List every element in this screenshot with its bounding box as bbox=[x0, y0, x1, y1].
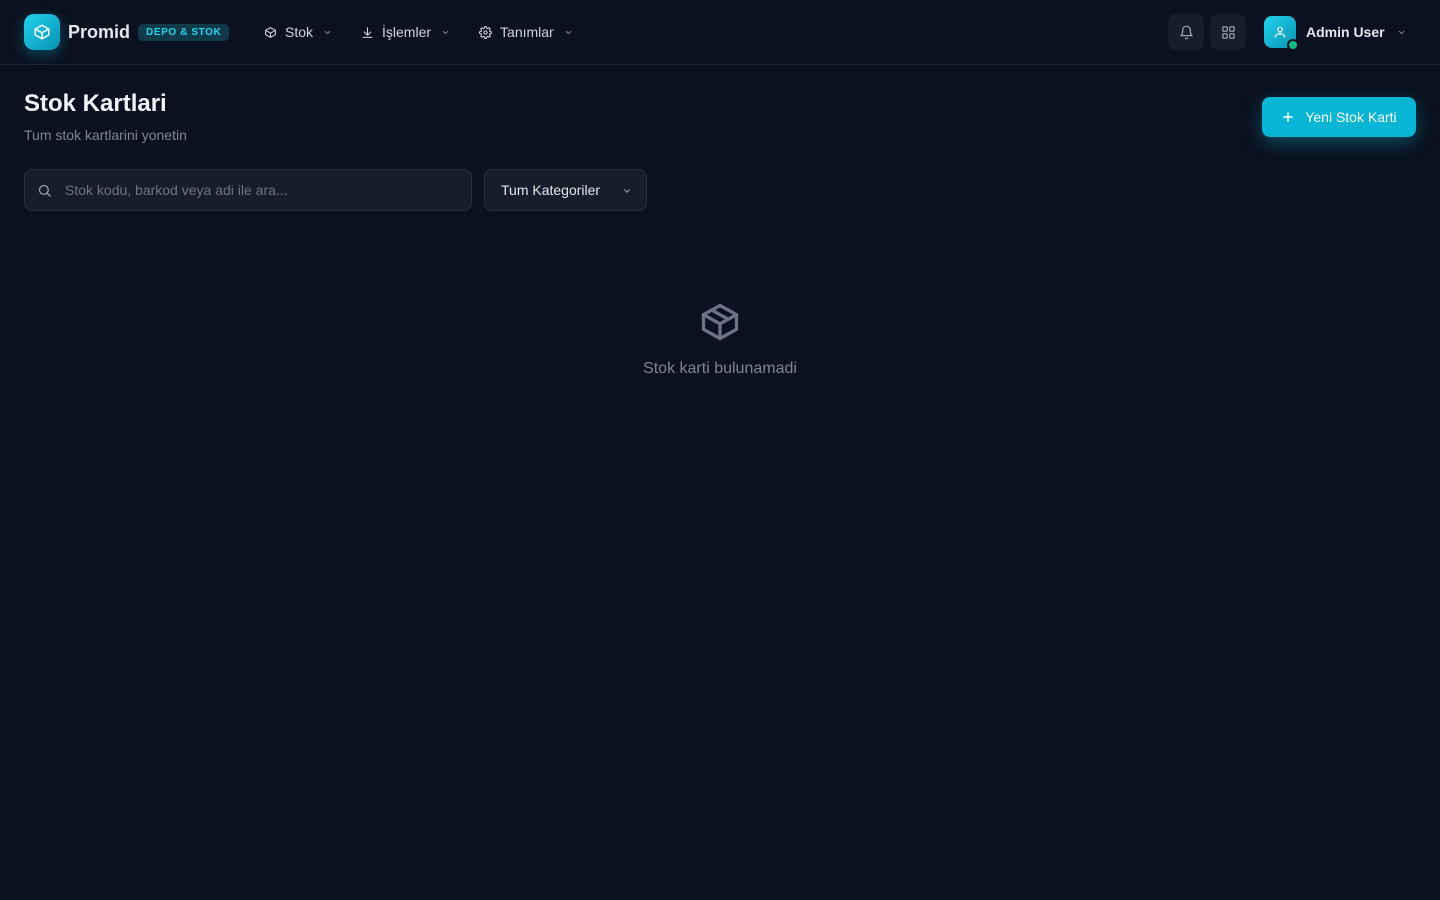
empty-state-message: Stok karti bulunamadi bbox=[643, 360, 797, 377]
plus-icon bbox=[1281, 110, 1295, 124]
search-input[interactable] bbox=[65, 171, 471, 209]
nav-item-label: İşlemler bbox=[382, 24, 432, 40]
gear-icon bbox=[479, 25, 493, 39]
download-icon bbox=[361, 25, 375, 39]
page-title: Stok Kartlari bbox=[24, 90, 167, 117]
online-status-dot bbox=[1287, 39, 1299, 51]
apps-button[interactable] bbox=[1210, 14, 1246, 50]
user-name: Admin User bbox=[1306, 24, 1385, 40]
search-icon bbox=[37, 182, 53, 198]
search-box bbox=[24, 169, 472, 211]
top-navbar: Promid DEPO & STOK Stok İşlemler Tanımla… bbox=[0, 0, 1440, 65]
grid-icon bbox=[1221, 25, 1236, 40]
brand[interactable]: Promid DEPO & STOK bbox=[24, 14, 230, 50]
new-stock-card-label: Yeni Stok Karti bbox=[1305, 109, 1397, 125]
user-icon bbox=[1273, 25, 1287, 39]
chevron-down-icon bbox=[1397, 27, 1407, 37]
brand-badge: DEPO & STOK bbox=[138, 23, 230, 41]
notifications-button[interactable] bbox=[1168, 14, 1204, 50]
brand-name: Promid bbox=[68, 21, 131, 42]
category-select-value: Tum Kategoriler bbox=[501, 182, 601, 198]
category-select[interactable]: Tum Kategoriler bbox=[484, 169, 647, 211]
user-menu[interactable]: Admin User bbox=[1264, 16, 1407, 51]
nav-item-stok[interactable]: Stok bbox=[254, 16, 343, 48]
nav-item-islemler[interactable]: İşlemler bbox=[351, 16, 461, 48]
chevron-down-icon bbox=[564, 27, 574, 37]
chevron-down-icon bbox=[622, 186, 632, 196]
page-subtitle: Tum stok kartlarini yonetin bbox=[24, 127, 187, 143]
chevron-down-icon bbox=[441, 27, 451, 37]
avatar bbox=[1264, 16, 1299, 51]
nav-item-label: Tanımlar bbox=[500, 24, 554, 40]
package-icon bbox=[696, 298, 744, 346]
chevron-down-icon bbox=[323, 27, 333, 37]
main-nav: Stok İşlemler Tanımlar bbox=[254, 16, 592, 48]
box-icon bbox=[264, 25, 278, 39]
empty-state: Stok karti bulunamadi bbox=[0, 298, 1440, 378]
brand-logo-icon bbox=[24, 14, 60, 50]
nav-item-tanimlar[interactable]: Tanımlar bbox=[469, 16, 584, 48]
nav-item-label: Stok bbox=[285, 24, 314, 40]
bell-icon bbox=[1179, 25, 1194, 40]
new-stock-card-button[interactable]: Yeni Stok Karti bbox=[1262, 97, 1416, 137]
